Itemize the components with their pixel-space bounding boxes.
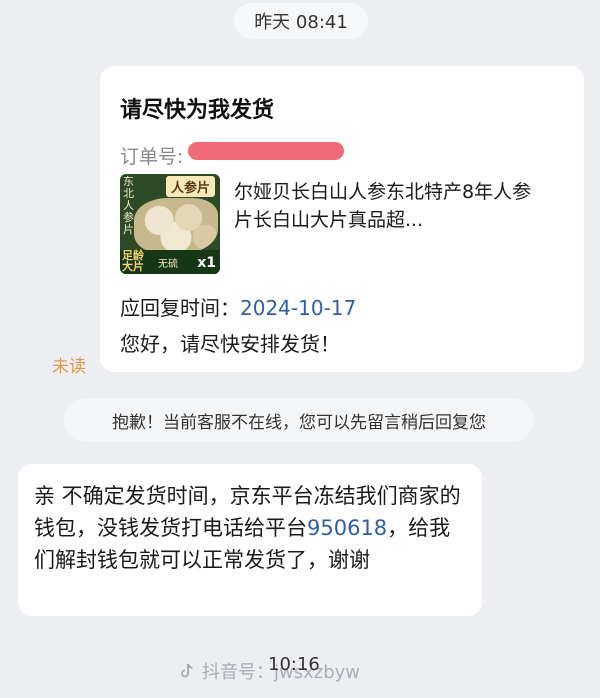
product-name[interactable]: 尔娅贝长白山人参东北特产8年人参片长白山大片真品超...: [234, 178, 534, 234]
card-title: 请尽快为我发货: [120, 98, 275, 123]
reply-time-label: 应回复时间：: [120, 296, 240, 320]
order-number-label: 订单号:: [120, 146, 184, 168]
chat-screen: 昨天 08:41 请尽快为我发货 订单号: 人参片 东北人参片 足龄大片 无硫 …: [0, 0, 600, 698]
merchant-message-bubble[interactable]: 亲 不确定发货时间，京东平台冻结我们商家的钱包，没钱发货打电话给平台950618…: [18, 464, 482, 616]
ginseng-slices-image: [134, 198, 218, 254]
phone-number-link[interactable]: 950618: [307, 516, 387, 540]
thumbnail-quantity: x1: [197, 255, 216, 271]
order-message-card[interactable]: 请尽快为我发货 订单号: 人参片 东北人参片 足龄大片 无硫 x1 尔娅贝长白山…: [100, 66, 584, 372]
merchant-message-text: 亲 不确定发货时间，京东平台冻结我们商家的钱包，没钱发货打电话给平台950618…: [34, 480, 470, 576]
thumbnail-big-text: 足龄大片: [122, 249, 144, 273]
system-notice: 抱歉！当前客服不在线，您可以先留言稍后回复您: [64, 398, 534, 442]
reply-time-line: 应回复时间：2024-10-17: [120, 292, 356, 321]
greeting-text: 您好，请尽快安排发货！: [120, 332, 340, 356]
order-number-redaction: [188, 142, 344, 160]
system-notice-text: 抱歉！当前客服不在线，您可以先留言稍后回复您: [112, 412, 486, 433]
timestamp-top: 昨天 08:41: [234, 3, 368, 39]
unread-status: 未读: [52, 357, 86, 377]
product-thumbnail[interactable]: 人参片 东北人参片 足龄大片 无硫 x1: [120, 174, 220, 274]
timestamp-top-text: 昨天 08:41: [254, 12, 348, 33]
reply-time-value: 2024-10-17: [240, 296, 357, 320]
thumbnail-side-text: 东北人参片: [123, 175, 134, 236]
thumbnail-badge: 无硫: [158, 259, 178, 270]
tiktok-logo-icon: [181, 663, 193, 678]
timestamp-bottom: 10:16: [268, 654, 320, 675]
thumbnail-tag: 人参片: [166, 176, 216, 197]
